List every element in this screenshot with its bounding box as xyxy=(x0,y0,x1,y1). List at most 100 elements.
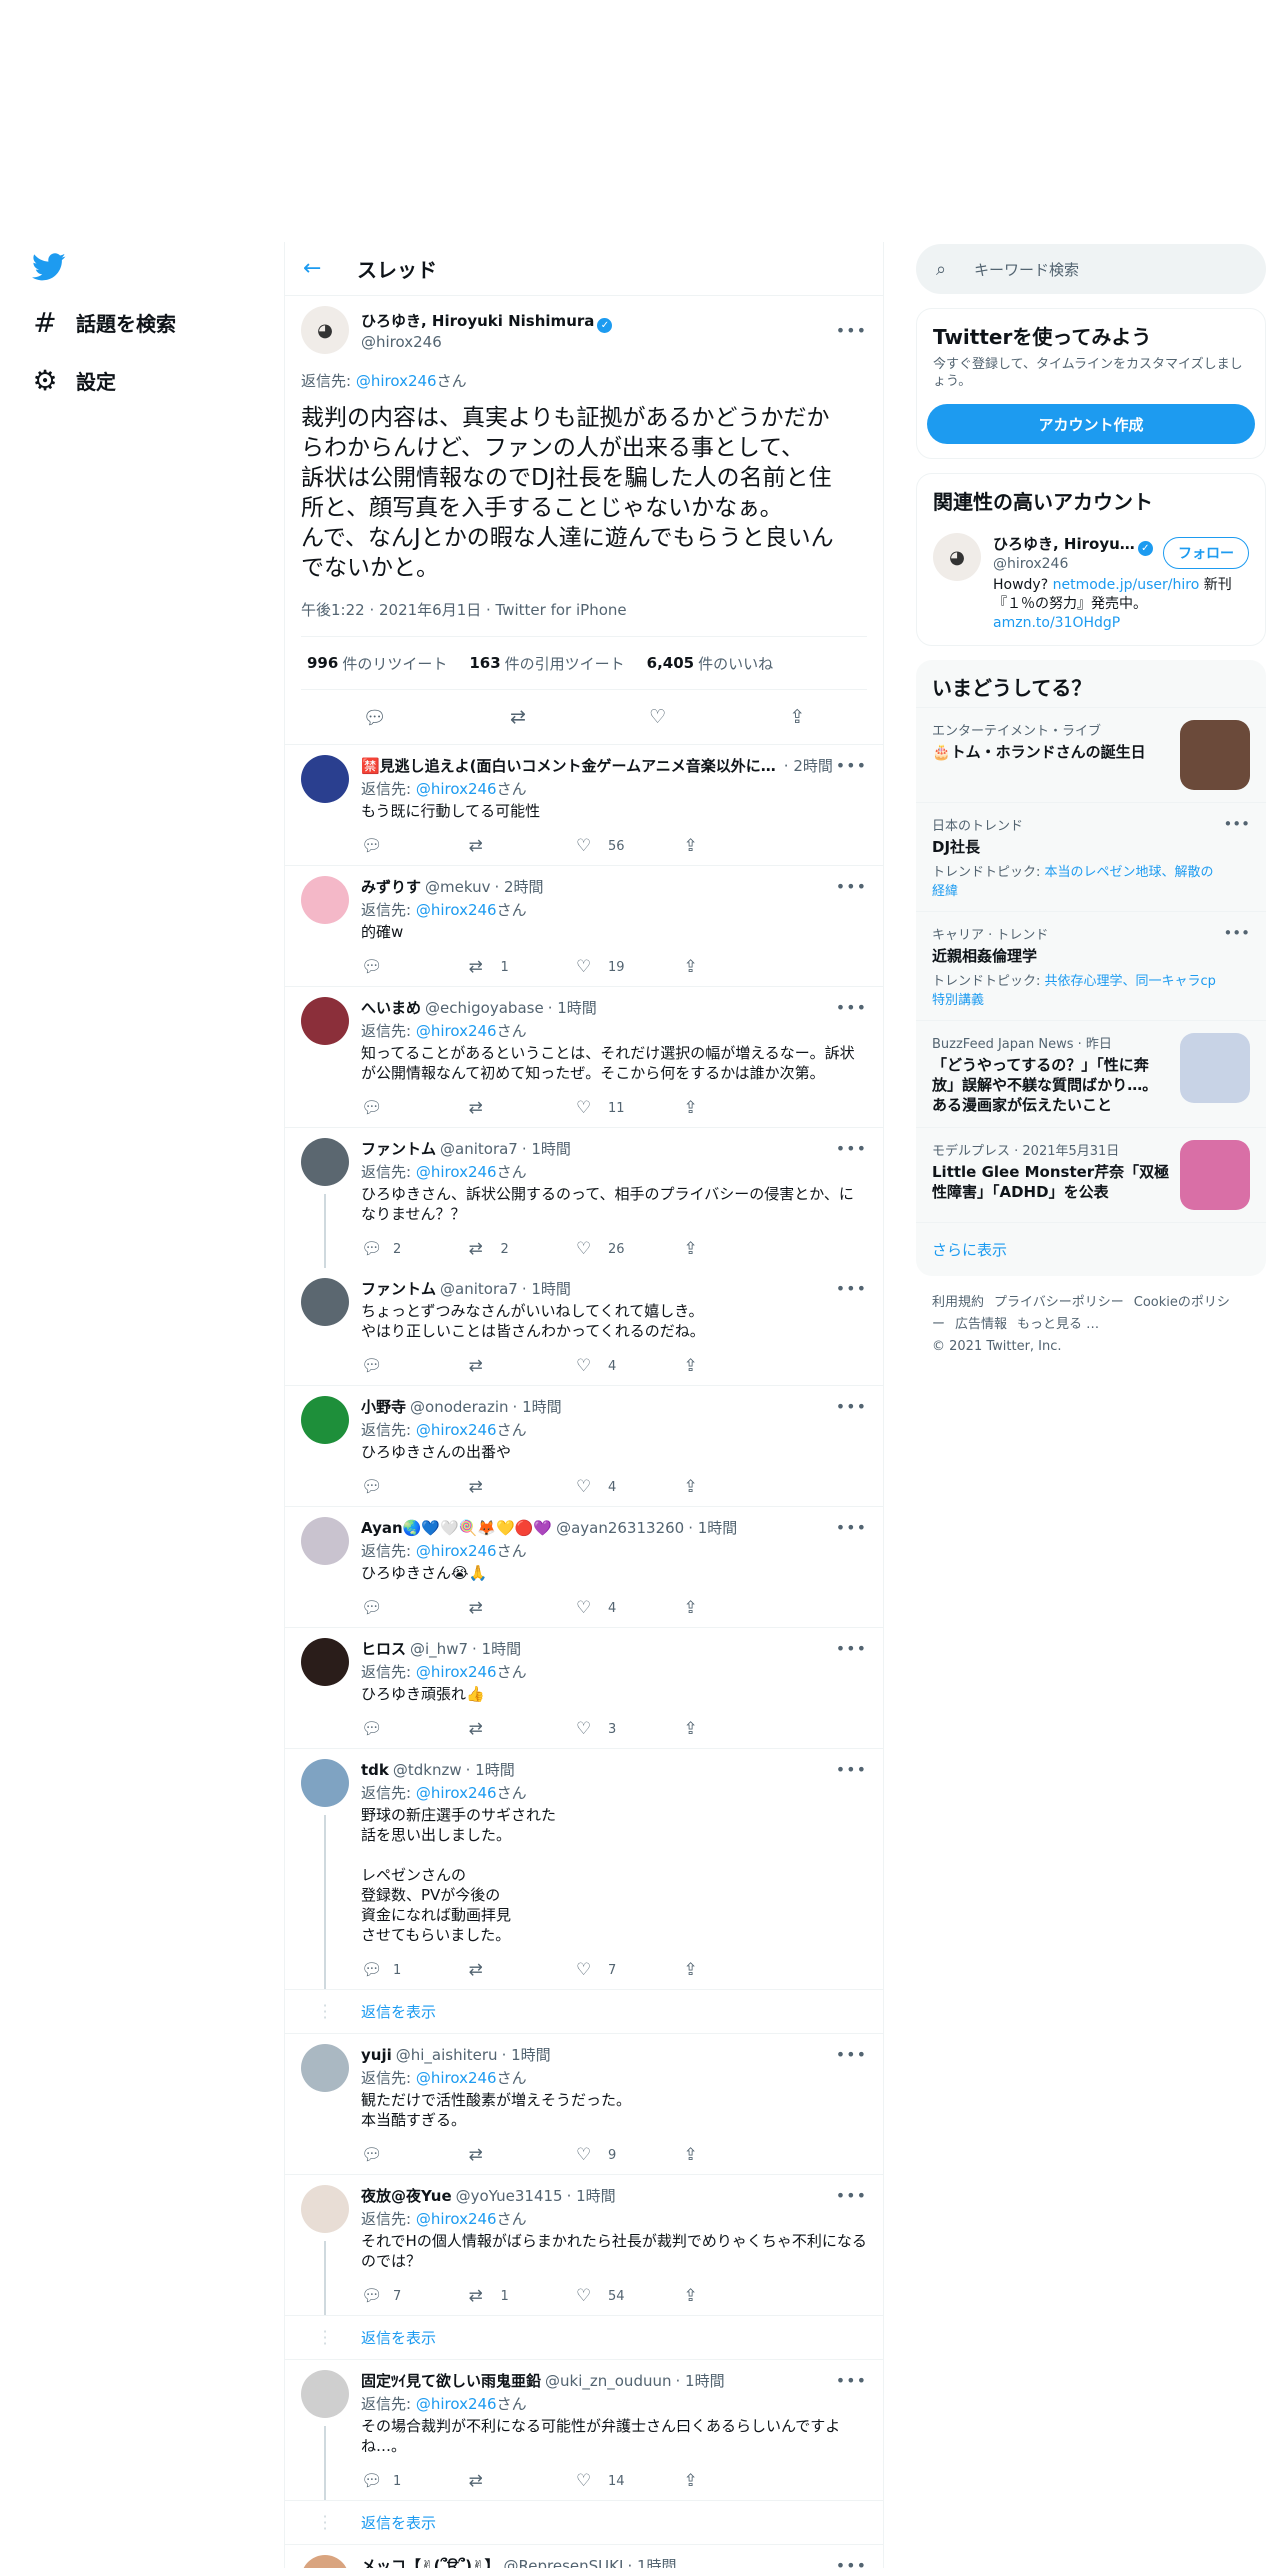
retweet-button[interactable]: ⇄ xyxy=(469,1098,577,1118)
more-icon[interactable]: ••• xyxy=(1223,924,1250,1008)
signup-button[interactable]: アカウント作成 xyxy=(927,404,1255,444)
reply-author-name[interactable]: メッコ【✌(՞ਊ՞)✌】 xyxy=(361,2555,500,2568)
reply-button[interactable]: 💬︎ xyxy=(361,1598,469,1618)
reply-to-link[interactable]: @hirox246 xyxy=(416,780,497,798)
trends-show-more[interactable]: さらに表示 xyxy=(916,1222,1266,1276)
share-button[interactable]: ⇪ xyxy=(684,1239,792,1259)
reply-author-handle[interactable]: @yoYue31415 xyxy=(456,2187,563,2205)
reply-tweet[interactable]: 固定ﾂｲ見て欲しい雨鬼亜鉛 @uki_zn_ouduun · 1時間 ••• 返信先: … xyxy=(285,2360,883,2501)
share-button[interactable]: ⇪ xyxy=(684,1598,792,1618)
like-count[interactable]: 6,405 xyxy=(647,654,694,672)
share-icon[interactable]: ⇪ xyxy=(789,706,805,728)
author-handle[interactable]: @hirox246 xyxy=(361,333,836,351)
more-icon[interactable]: ••• xyxy=(836,2556,867,2568)
retweet-icon[interactable]: ⇄ xyxy=(510,706,526,728)
reply-to-link[interactable]: @hirox246 xyxy=(416,1163,497,1181)
reply-tweet[interactable]: ファントム @anitora7 · 1時間 ••• 返信先: @hirox246さん ひろ… xyxy=(285,1128,883,1268)
retweet-button[interactable]: ⇄ 1 xyxy=(469,2286,577,2306)
more-icon[interactable]: ••• xyxy=(836,877,867,896)
quote-count[interactable]: 163 xyxy=(469,654,500,672)
reply-time[interactable]: · 1時間 xyxy=(627,2555,676,2568)
share-button[interactable]: ⇪ xyxy=(684,1477,792,1497)
reply-time[interactable]: · 1時間 xyxy=(472,1638,521,1659)
avatar[interactable] xyxy=(301,1759,349,1807)
share-button[interactable]: ⇪ xyxy=(684,2471,792,2491)
footer-link[interactable]: 利用規約 xyxy=(932,1295,984,1310)
reply-time[interactable]: · 1時間 xyxy=(466,1759,515,1780)
like-icon[interactable]: ♡ xyxy=(649,706,666,728)
reply-tweet[interactable]: yuji @hi_aishiteru · 1時間 ••• 返信先: @hirox246さ… xyxy=(285,2034,883,2175)
reply-author-name[interactable]: Ayan🌏💙🤍🍭🦊💛🔴💜 xyxy=(361,1519,552,1537)
footer-link[interactable]: もっと見る … xyxy=(1017,1317,1099,1332)
nav-settings[interactable]: ⚙ 設定 xyxy=(28,360,258,400)
reply-author-handle[interactable]: @onoderazin xyxy=(410,1398,509,1416)
more-icon[interactable]: ••• xyxy=(1223,815,1250,899)
trend-item[interactable]: エンターテイメント・ライブ 🎂トム・ホランドさんの誕生日 xyxy=(916,707,1266,802)
more-icon[interactable]: ••• xyxy=(836,1139,867,1158)
reply-time[interactable]: · 1時間 xyxy=(502,2044,551,2065)
more-icon[interactable]: ••• xyxy=(836,2371,867,2390)
reply-time[interactable]: · 2時間 xyxy=(494,876,543,897)
avatar[interactable] xyxy=(301,2555,349,2568)
desc-link[interactable]: netmode.jp/user/hiro xyxy=(1053,577,1200,593)
reply-icon[interactable]: 💬︎ xyxy=(363,706,387,729)
avatar[interactable] xyxy=(301,755,349,803)
avatar[interactable] xyxy=(301,997,349,1045)
related-account[interactable]: ◕ ひろゆき, Hiroyu… ✓ @hirox246 フォロー Howdy? n… xyxy=(917,521,1265,645)
show-replies-row[interactable]: · · · 返信を表示 xyxy=(285,2501,883,2545)
reply-time[interactable]: · 1時間 xyxy=(675,2370,724,2391)
retweet-button[interactable]: ⇄ xyxy=(469,2471,577,2491)
reply-time[interactable]: · 1時間 xyxy=(688,1517,737,1538)
more-icon[interactable]: ••• xyxy=(836,1397,867,1416)
reply-author-name[interactable]: ヒロス xyxy=(361,1638,406,1659)
more-icon[interactable]: ••• xyxy=(836,2045,867,2064)
share-button[interactable]: ⇪ xyxy=(684,957,792,977)
avatar[interactable] xyxy=(301,2044,349,2092)
like-button[interactable]: ♡ 3 xyxy=(576,1719,684,1739)
retweet-count[interactable]: 996 xyxy=(307,654,338,672)
trend-item[interactable]: BuzzFeed Japan News · 昨日 「どうやってするの？」「性に奔放… xyxy=(916,1020,1266,1127)
reply-author-handle[interactable]: @uki_zn_ouduun xyxy=(545,2372,671,2390)
like-button[interactable]: ♡ 26 xyxy=(576,1239,684,1259)
avatar[interactable] xyxy=(301,876,349,924)
twitter-logo-icon[interactable] xyxy=(32,250,66,284)
retweet-label[interactable]: 件のリツイート xyxy=(342,653,447,674)
reply-tweet[interactable]: ファントム @anitora7 · 1時間 ••• ちょっとずつみなさんがいいねしてくれ… xyxy=(285,1268,883,1386)
reply-author-name[interactable]: yuji xyxy=(361,2046,392,2064)
avatar[interactable] xyxy=(301,1278,349,1326)
tweet-meta[interactable]: 午後1:22 · 2021年6月1日 · Twitter for iPhone xyxy=(301,599,867,620)
reply-author-name[interactable]: みずりす xyxy=(361,876,421,897)
reply-author-handle[interactable]: @anitora7 xyxy=(440,1140,518,1158)
show-replies-link[interactable]: 返信を表示 xyxy=(361,2327,436,2348)
reply-to-link[interactable]: @hirox246 xyxy=(416,1663,497,1681)
retweet-button[interactable]: ⇄ xyxy=(469,1598,577,1618)
like-button[interactable]: ♡ 54 xyxy=(576,2286,684,2306)
desc-link-2[interactable]: amzn.to/31OHdgP xyxy=(993,615,1120,631)
reply-author-handle[interactable]: @echigoyabase xyxy=(425,999,544,1017)
reply-button[interactable]: 💬︎ xyxy=(361,1098,469,1118)
retweet-button[interactable]: ⇄ xyxy=(469,1356,577,1376)
reply-author-name[interactable]: tdk xyxy=(361,1761,389,1779)
reply-tweet[interactable]: へいまめ @echigoyabase · 1時間 ••• 返信先: @hirox246さ… xyxy=(285,987,883,1128)
share-button[interactable]: ⇪ xyxy=(684,2145,792,2165)
more-icon[interactable]: ••• xyxy=(836,1639,867,1658)
share-button[interactable]: ⇪ xyxy=(684,836,792,856)
search-input[interactable]: キーワード検索 xyxy=(974,259,1079,280)
reply-author-handle[interactable]: @RepresenSUKI xyxy=(504,2557,624,2568)
reply-time[interactable]: · 2時間 xyxy=(784,755,833,776)
reply-author-handle[interactable]: @ayan26313260 xyxy=(556,1519,684,1537)
footer-link[interactable]: 広告情報 xyxy=(955,1317,1007,1332)
retweet-button[interactable]: ⇄ xyxy=(469,836,577,856)
retweet-button[interactable]: ⇄ xyxy=(469,2145,577,2165)
more-icon[interactable]: ••• xyxy=(836,2186,867,2205)
reply-author-name[interactable]: 小野寺 xyxy=(361,1396,406,1417)
reply-author-name[interactable]: 🈲見逃し追えよ(面白いコメント金ゲームアニメ音楽以外に… xyxy=(361,755,776,776)
avatar[interactable] xyxy=(301,1517,349,1565)
reply-button[interactable]: 💬︎ xyxy=(361,1719,469,1739)
reply-tweet[interactable]: 夜放@夜Yue @yoYue31415 · 1時間 ••• 返信先: @hirox246… xyxy=(285,2175,883,2316)
reply-button[interactable]: 💬︎ xyxy=(361,1356,469,1376)
reply-tweet[interactable]: ヒロス @i_hw7 · 1時間 ••• 返信先: @hirox246さん ひろゆき頑張れ… xyxy=(285,1628,883,1749)
reply-tweet[interactable]: tdk @tdknzw · 1時間 ••• 返信先: @hirox246さん 野球の新庄選… xyxy=(285,1749,883,1990)
reply-author-name[interactable]: 夜放@夜Yue xyxy=(361,2185,452,2206)
back-arrow-icon[interactable]: ← xyxy=(303,256,335,281)
